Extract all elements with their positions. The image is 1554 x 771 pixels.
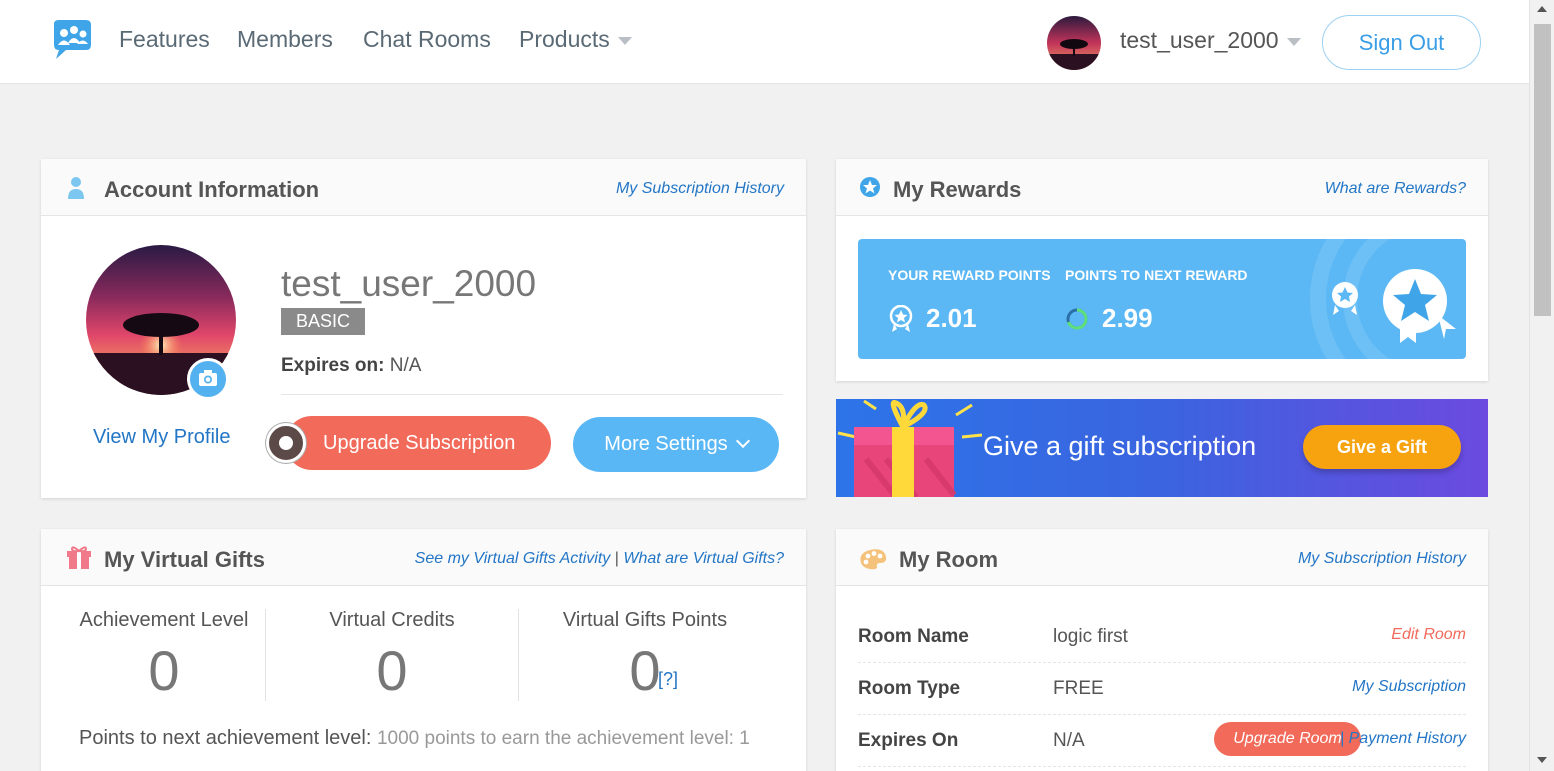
stat-label: Virtual Gifts Points [562,609,728,631]
room-palette-icon [860,549,887,570]
row-value: FREE [1053,678,1104,699]
subscription-history-link[interactable]: My Subscription History [616,180,784,198]
virtual-credits-stat: Virtual Credits 0 [294,609,490,703]
panel-title: My Virtual Gifts [104,547,265,572]
star-badge-icon [860,177,880,197]
room-expires-row: Expires On N/A Upgrade Room | Payment Hi… [858,715,1466,767]
user-menu-dropdown[interactable]: test_user_2000 [1120,27,1301,54]
reward-summary: YOUR REWARD POINTS 2.01 POINTS TO NEXT R… [858,239,1466,359]
chevron-down-icon [617,36,632,45]
nav-username: test_user_2000 [1120,27,1279,53]
stat-value: 0 [148,639,180,702]
avatar-image [1047,16,1101,70]
what-are-virtual-gifts-link[interactable]: What are Virtual Gifts? [623,550,784,567]
sign-out-button[interactable]: Sign Out [1322,15,1481,70]
panel-title: Account Information [104,177,320,202]
room-subscription-history-link[interactable]: My Subscription History [1298,550,1466,568]
scroll-up-icon[interactable] [1537,6,1547,12]
site-logo-icon[interactable] [50,18,94,62]
progress-ring-icon [1066,308,1088,330]
expires-text: Expires on: N/A [281,355,421,377]
user-avatar[interactable] [1047,16,1101,70]
reward-points-value: 2.01 [926,303,977,333]
reward-decoration-icon [1310,239,1466,359]
give-gift-button[interactable]: Give a Gift [1303,425,1461,469]
scroll-down-icon[interactable] [1537,757,1547,763]
top-navbar: Features Members Chat Rooms Products tes… [0,0,1529,84]
achievement-level-stat: Achievement Level 0 [66,609,262,703]
panel-header: My Virtual Gifts See my Virtual Gifts Ac… [41,529,806,586]
panel-header: My Rewards What are Rewards? [836,159,1488,216]
panel-header: My Room My Subscription History [836,529,1488,586]
next-reward-label: POINTS TO NEXT REWARD [1065,267,1248,283]
virtual-gifts-panel: My Virtual Gifts See my Virtual Gifts Ac… [41,529,806,771]
scrollbar-thumb[interactable] [1534,24,1551,316]
virtual-gifts-points-stat: Virtual Gifts Points 0 [541,609,749,703]
nav-members-link[interactable]: Members [237,25,333,53]
account-information-panel: Account Information My Subscription Hist… [41,159,806,498]
room-type-row: Room Type FREE My Subscription [858,663,1466,715]
points-help-link[interactable]: [?] [658,669,678,690]
row-key: Room Type [858,678,961,699]
gift-banner-text: Give a gift subscription [983,431,1257,461]
nav-chat-rooms-link[interactable]: Chat Rooms [363,25,491,53]
payment-history-link[interactable]: | Payment History [1340,730,1466,748]
stat-value: 0 [629,639,661,702]
stat-label: Achievement Level [79,609,249,631]
gift-subscription-banner[interactable]: Give a gift subscription Give a Gift [836,399,1488,497]
next-achievement-label: Points to next achievement level: [79,727,372,749]
panel-title: My Room [899,547,998,572]
row-value: N/A [1053,730,1085,751]
divider [281,394,783,395]
my-rewards-panel: My Rewards What are Rewards? YOUR REWARD… [836,159,1488,381]
gift-box-icon [837,399,983,497]
upgrade-toggle-icon[interactable] [266,423,306,463]
camera-icon [199,370,217,386]
user-icon [68,177,84,199]
panel-header: Account Information My Subscription Hist… [41,159,806,216]
my-room-panel: My Room My Subscription History Room Nam… [836,529,1488,771]
chevron-down-icon [735,433,750,449]
expires-label: Expires on: [281,355,385,376]
gift-icon [67,546,91,569]
what-are-rewards-link[interactable]: What are Rewards? [1325,180,1466,198]
nav-products-dropdown[interactable]: Products [519,25,632,53]
reward-ribbon-icon [889,305,913,332]
virtual-gifts-activity-link[interactable]: See my Virtual Gifts Activity [415,550,611,567]
expires-value: N/A [389,355,422,376]
nav-products-label: Products [519,26,610,52]
account-username: test_user_2000 [281,263,537,304]
room-name-row: Room Name logic first Edit Room [858,611,1466,663]
stat-label: Virtual Credits [329,609,455,631]
more-settings-label: More Settings [604,433,728,455]
nav-features-link[interactable]: Features [119,25,210,53]
reward-points-label: YOUR REWARD POINTS [888,267,1051,283]
more-settings-button[interactable]: More Settings [573,417,779,472]
chevron-down-icon [1286,37,1301,46]
row-value: logic first [1053,626,1128,647]
next-reward-value: 2.99 [1102,303,1153,333]
divider [265,609,266,701]
my-subscription-link[interactable]: My Subscription [1352,678,1466,696]
upgrade-subscription-button[interactable]: Upgrade Subscription [285,416,551,470]
plan-badge: BASIC [281,308,365,335]
upgrade-room-button[interactable]: Upgrade Room [1214,722,1361,756]
row-key: Expires On [858,730,959,751]
next-achievement-value: 1000 points to earn the achievement leve… [376,728,750,749]
divider [518,609,519,701]
change-photo-button[interactable] [187,358,229,400]
view-profile-link[interactable]: View My Profile [93,426,230,449]
row-key: Room Name [858,626,969,647]
virtual-gifts-links: See my Virtual Gifts Activity | What are… [415,550,784,568]
panel-title: My Rewards [893,177,1022,202]
edit-room-link[interactable]: Edit Room [1391,626,1466,644]
next-achievement-text: Points to next achievement level: 1000 p… [79,727,750,750]
page-scrollbar[interactable] [1529,0,1554,771]
stat-value: 0 [376,639,408,702]
link-separator: | [614,550,619,567]
